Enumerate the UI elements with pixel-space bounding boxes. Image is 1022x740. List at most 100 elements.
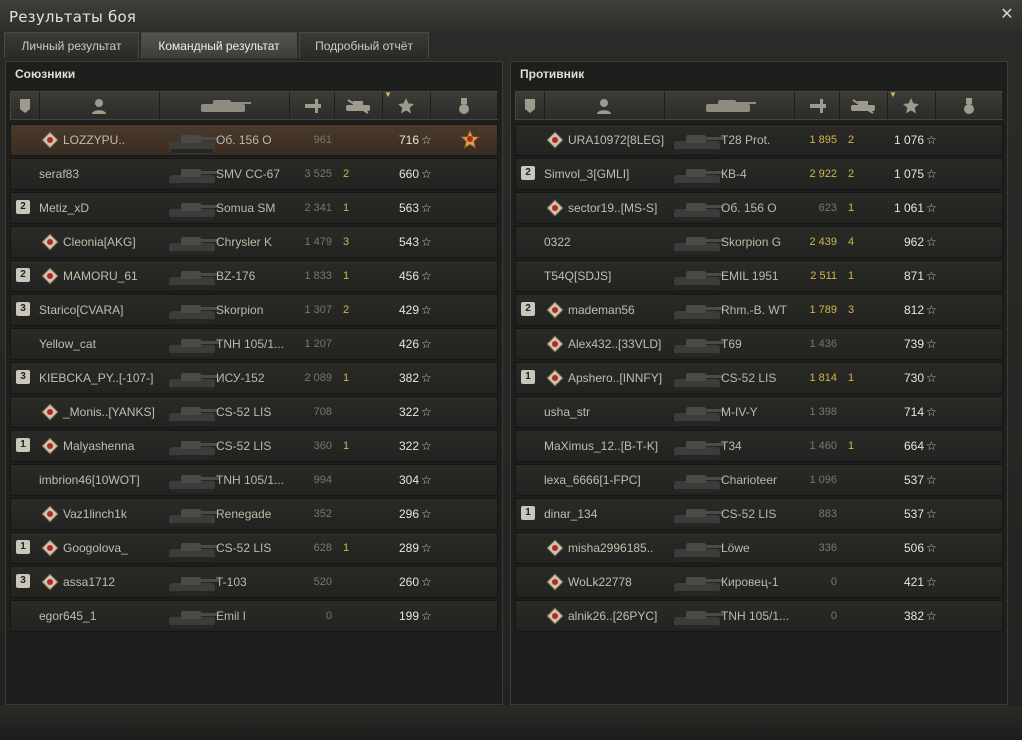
- star-icon: ☆: [421, 507, 432, 521]
- allies-header-player-column[interactable]: [39, 92, 160, 119]
- player-row[interactable]: WoLk22778 Кировец-1 0 421 ☆: [515, 566, 1003, 598]
- player-row[interactable]: lexa_6666[1-FPC] Charioteer 1 096 537 ☆: [515, 464, 1003, 496]
- xp-value: 289: [398, 541, 419, 555]
- player-row[interactable]: 1 dinar_134 CS-52 LIS 883 537 ☆: [515, 498, 1003, 530]
- xp-value: 322: [398, 405, 419, 419]
- allies-header-medal-column[interactable]: [430, 92, 498, 119]
- clan-emblem-icon: [41, 131, 59, 149]
- tank-icon: [674, 509, 724, 527]
- allies-header-xp-column[interactable]: ▼: [382, 90, 431, 119]
- xp-value: 260: [398, 575, 419, 589]
- vehicle-name: BZ-176: [216, 269, 256, 283]
- player-row[interactable]: seraf83 SMV CC-67 3 525 2 660 ☆: [10, 158, 498, 190]
- player-row[interactable]: MaXimus_12..[B-T-K] T34 1 460 1 664 ☆: [515, 430, 1003, 462]
- player-row[interactable]: Cleonia[AKG] Chrysler K 1 479 3 543 ☆: [10, 226, 498, 258]
- player-row[interactable]: sector19..[MS-S] Об. 156 О 623 1 1 061 ☆: [515, 192, 1003, 224]
- enemies-header-player-column[interactable]: [544, 92, 665, 119]
- medal-column-icon: [459, 98, 469, 114]
- player-name: WoLk22778: [568, 575, 632, 589]
- tank-icon: [674, 475, 724, 493]
- tab-personal-result[interactable]: Личный результат: [4, 32, 139, 58]
- damage-value: 1 833: [304, 270, 332, 282]
- player-row[interactable]: 2 mademan56 Rhm.-B. WT 1 789 3 812 ☆: [515, 294, 1003, 326]
- tank-icon: [169, 169, 219, 187]
- player-row[interactable]: 1 Apshero..[INNFY] CS-52 LIS 1 814 1 730 ☆: [515, 362, 1003, 394]
- allies-header-damage-column[interactable]: [289, 92, 335, 119]
- player-row[interactable]: URA10972[8LEG] T28 Prot. 1 895 2 1 076 ☆: [515, 124, 1003, 156]
- player-row[interactable]: 3 Starico[CVARA] Skorpion 1 307 2 429 ☆: [10, 294, 498, 326]
- player-row[interactable]: imbrion46[10WOT] TNH 105/1... 994 304 ☆: [10, 464, 498, 496]
- player-name: MaXimus_12..[B-T-K]: [544, 439, 659, 453]
- enemies-panel: Противник ▼ URA10972[8LEG] T28 Prot. 1 895 2…: [510, 61, 1008, 705]
- vehicle-name: Об. 156 О: [721, 201, 777, 215]
- player-row[interactable]: LOZZYPU.. Об. 156 О 961 716 ☆: [10, 124, 498, 156]
- star-icon: ☆: [421, 371, 432, 385]
- star-icon: ☆: [926, 167, 937, 181]
- damage-column-icon: [810, 99, 826, 113]
- vehicle-name: Об. 156 О: [216, 133, 272, 147]
- tab-team-result[interactable]: Командный результат: [141, 32, 297, 58]
- enemies-header-vehicle-column[interactable]: [664, 92, 795, 119]
- tab-detailed-report[interactable]: Подробный отчёт: [299, 32, 429, 58]
- damage-value: 360: [313, 440, 332, 452]
- player-row[interactable]: usha_str M-IV-Y 1 398 714 ☆: [515, 396, 1003, 428]
- tank-icon: [169, 475, 219, 493]
- enemies-header-frags-column[interactable]: [839, 92, 888, 119]
- sort-arrow-icon: ▼: [889, 90, 897, 99]
- damage-value: 0: [830, 576, 837, 588]
- xp-value: 506: [903, 541, 924, 555]
- allies-column-header: ▼: [10, 90, 498, 120]
- enemies-header-xp-column[interactable]: ▼: [887, 90, 936, 119]
- tank-icon: [169, 373, 219, 391]
- player-row[interactable]: 2 Metiz_xD Somua SM 2 341 1 563 ☆: [10, 192, 498, 224]
- damage-value: 1 207: [304, 338, 332, 350]
- player-row[interactable]: 0322 Skorpion G 2 439 4 962 ☆: [515, 226, 1003, 258]
- tank-icon: [674, 305, 724, 323]
- xp-value: 296: [398, 507, 419, 521]
- star-icon: ☆: [926, 541, 937, 555]
- player-row[interactable]: Alex432..[33VLD] T69 1 436 739 ☆: [515, 328, 1003, 360]
- player-row[interactable]: misha2996185.. Löwe 336 506 ☆: [515, 532, 1003, 564]
- title-bar: Результаты боя ✕: [0, 0, 1022, 32]
- xp-value: 543: [398, 235, 419, 249]
- close-icon[interactable]: ✕: [998, 6, 1016, 24]
- order-medal-icon[interactable]: [459, 129, 481, 151]
- vehicle-name: Renegade: [216, 507, 272, 521]
- player-row[interactable]: alnik26..[26PYC] TNH 105/1... 0 382 ☆: [515, 600, 1003, 632]
- enemies-header-damage-column[interactable]: [794, 92, 840, 119]
- star-icon: ☆: [421, 337, 432, 351]
- star-icon: ☆: [926, 303, 937, 317]
- player-row[interactable]: egor645_1 Emil I 0 199 ☆: [10, 600, 498, 632]
- player-row[interactable]: Vaz1linch1k Renegade 352 296 ☆: [10, 498, 498, 530]
- enemies-header-platoon-column[interactable]: [516, 92, 545, 119]
- player-row[interactable]: 3 KIEBCKA_PY..[-107-] ИСУ-152 2 089 1 382 ☆: [10, 362, 498, 394]
- allies-header-frags-column[interactable]: [334, 92, 383, 119]
- allies-header-platoon-column[interactable]: [11, 92, 40, 119]
- player-row[interactable]: 1 Googolova_ CS-52 LIS 628 1 289 ☆: [10, 532, 498, 564]
- platoon-number: 2: [16, 200, 30, 214]
- damage-value: 2 341: [304, 202, 332, 214]
- player-row[interactable]: 2 MAMORU_61 BZ-176 1 833 1 456 ☆: [10, 260, 498, 292]
- tank-icon: [169, 237, 219, 255]
- player-row[interactable]: Yellow_cat TNH 105/1... 1 207 426 ☆: [10, 328, 498, 360]
- clan-emblem-icon: [546, 573, 564, 591]
- player-row[interactable]: _Monis..[YANKS] CS-52 LIS 708 322 ☆: [10, 396, 498, 428]
- star-icon: ☆: [421, 235, 432, 249]
- vehicle-name: ИСУ-152: [216, 371, 265, 385]
- vehicle-name: Somua SM: [216, 201, 276, 215]
- player-row[interactable]: 2 Simvol_3[GMLI] КВ-4 2 922 2 1 075 ☆: [515, 158, 1003, 190]
- clan-emblem-icon: [41, 267, 59, 285]
- xp-column-icon: [903, 98, 919, 114]
- tank-icon: [674, 237, 724, 255]
- player-row[interactable]: T54Q[SDJS] EMIL 1951 2 511 1 871 ☆: [515, 260, 1003, 292]
- damage-value: 1 479: [304, 236, 332, 248]
- xp-value: 199: [398, 609, 419, 623]
- damage-value: 336: [818, 542, 837, 554]
- player-row[interactable]: 3 assa1712 T-103 520 260 ☆: [10, 566, 498, 598]
- vehicle-name: CS-52 LIS: [216, 541, 272, 555]
- player-row[interactable]: 1 Malyashenna CS-52 LIS 360 1 322 ☆: [10, 430, 498, 462]
- star-icon: ☆: [421, 167, 432, 181]
- damage-value: 2 922: [809, 168, 837, 180]
- enemies-header-medal-column[interactable]: [935, 92, 1003, 119]
- allies-header-vehicle-column[interactable]: [159, 92, 290, 119]
